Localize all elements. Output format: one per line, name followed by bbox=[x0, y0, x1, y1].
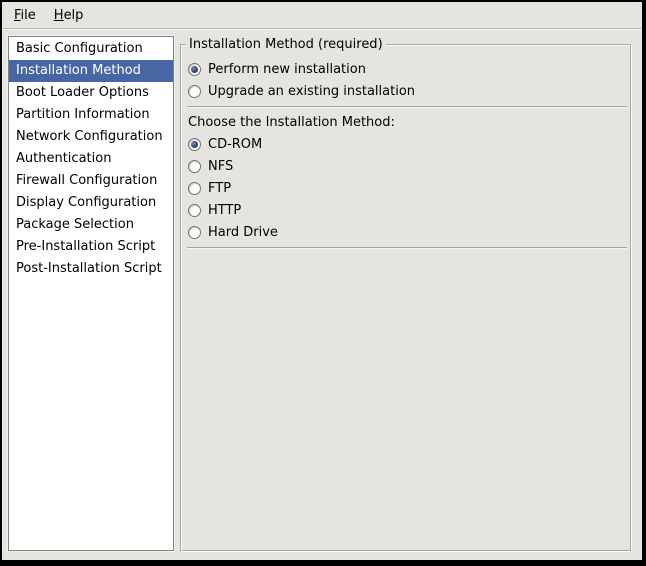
radio-button-icon bbox=[188, 204, 201, 217]
menu-file-label: File bbox=[14, 8, 36, 23]
separator bbox=[187, 106, 627, 108]
method-option-nfs[interactable]: NFS bbox=[186, 155, 628, 177]
sidebar-item-authentication[interactable]: Authentication bbox=[9, 148, 173, 170]
sidebar-item-network-configuration[interactable]: Network Configuration bbox=[9, 126, 173, 148]
sidebar-item-display-configuration[interactable]: Display Configuration bbox=[9, 192, 173, 214]
install-type-option-label: Perform new installation bbox=[208, 62, 366, 77]
sidebar-item-partition-information[interactable]: Partition Information bbox=[9, 104, 173, 126]
frame-content: Perform new installation Upgrade an exist… bbox=[182, 46, 630, 249]
radio-button-icon bbox=[188, 226, 201, 239]
sidebar-item-firewall-configuration[interactable]: Firewall Configuration bbox=[9, 170, 173, 192]
method-group-label: Choose the Installation Method: bbox=[186, 111, 628, 133]
install-type-option-label: Upgrade an existing installation bbox=[208, 84, 415, 99]
method-option-label: Hard Drive bbox=[208, 225, 278, 240]
method-radio-group: CD-ROM NFS FTP HTTP Hard Drive bbox=[186, 133, 628, 243]
method-option-http[interactable]: HTTP bbox=[186, 199, 628, 221]
install-type-radio-group: Perform new installation Upgrade an exist… bbox=[186, 58, 628, 102]
install-type-option-upgrade-an-existing-installation[interactable]: Upgrade an existing installation bbox=[186, 80, 628, 102]
menu-file[interactable]: File bbox=[5, 2, 45, 28]
kickstart-configurator-window: File Help Basic ConfigurationInstallatio… bbox=[0, 0, 646, 566]
install-type-option-perform-new-installation[interactable]: Perform new installation bbox=[186, 58, 628, 80]
radio-button-icon bbox=[188, 160, 201, 173]
radio-button-icon bbox=[188, 182, 201, 195]
radio-button-icon bbox=[188, 63, 201, 76]
sidebar-item-boot-loader-options[interactable]: Boot Loader Options bbox=[9, 82, 173, 104]
menu-help[interactable]: Help bbox=[45, 2, 93, 28]
sidebar-item-post-installation-script[interactable]: Post-Installation Script bbox=[9, 258, 173, 280]
menu-bar: File Help bbox=[2, 2, 642, 29]
radio-button-icon bbox=[188, 138, 201, 151]
installation-method-frame: Installation Method (required) Perform n… bbox=[180, 44, 632, 552]
method-option-label: FTP bbox=[208, 181, 231, 196]
method-option-label: CD-ROM bbox=[208, 137, 262, 152]
method-option-hard-drive[interactable]: Hard Drive bbox=[186, 221, 628, 243]
sidebar-item-basic-configuration[interactable]: Basic Configuration bbox=[9, 38, 173, 60]
menu-help-label: Help bbox=[54, 8, 84, 23]
radio-button-icon bbox=[188, 85, 201, 98]
sidebar-item-installation-method[interactable]: Installation Method bbox=[9, 60, 173, 82]
sidebar-list: Basic ConfigurationInstallation MethodBo… bbox=[8, 36, 174, 551]
separator bbox=[187, 247, 627, 249]
method-option-label: NFS bbox=[208, 159, 233, 174]
method-option-ftp[interactable]: FTP bbox=[186, 177, 628, 199]
sidebar-item-package-selection[interactable]: Package Selection bbox=[9, 214, 173, 236]
method-option-cd-rom[interactable]: CD-ROM bbox=[186, 133, 628, 155]
sidebar-item-pre-installation-script[interactable]: Pre-Installation Script bbox=[9, 236, 173, 258]
frame-title: Installation Method (required) bbox=[186, 37, 386, 52]
method-option-label: HTTP bbox=[208, 203, 241, 218]
